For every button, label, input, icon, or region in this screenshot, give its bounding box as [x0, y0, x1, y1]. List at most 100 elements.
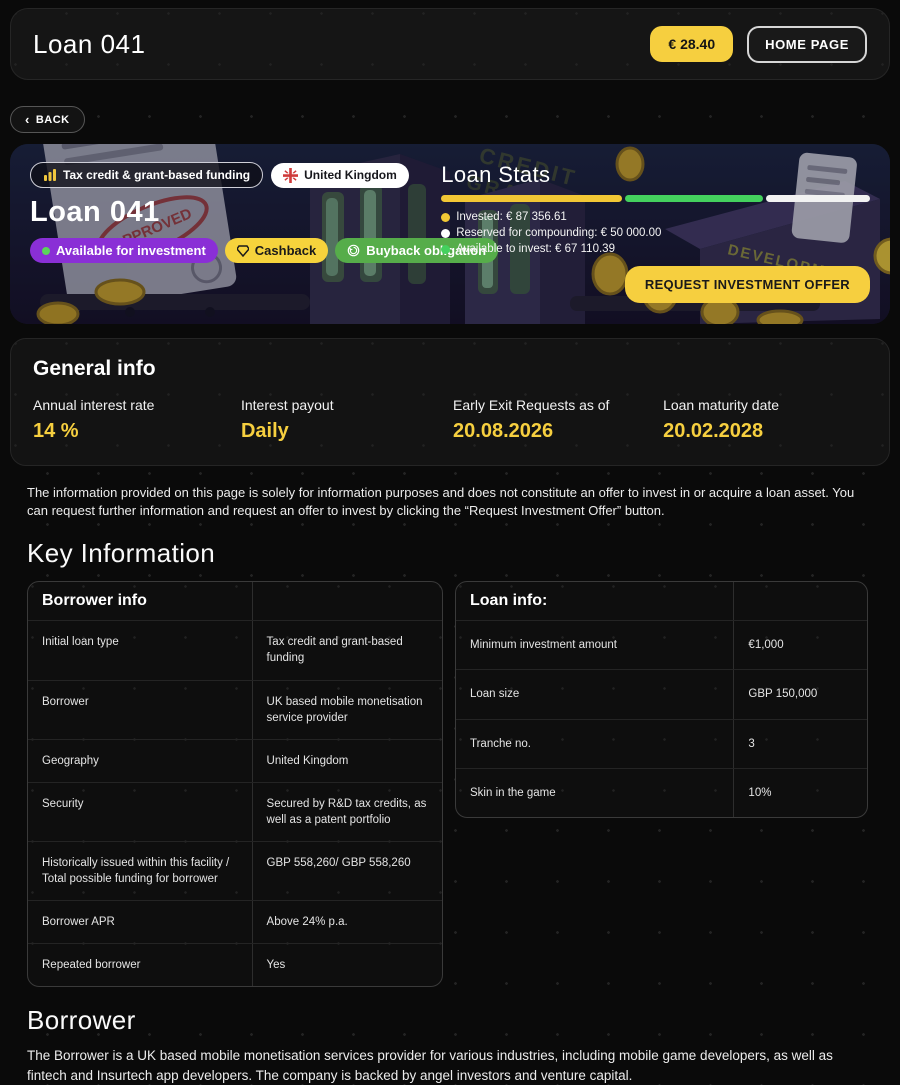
table-header-row: Loan info: [456, 582, 867, 620]
row-label: Skin in the game [456, 769, 733, 817]
row-value: United Kingdom [252, 740, 442, 782]
row-value: Tax credit and grant-based funding [252, 621, 442, 679]
chevron-left-icon: ‹ [25, 113, 30, 126]
row-value: €1,000 [733, 621, 867, 669]
row-value: GBP 150,000 [733, 670, 867, 718]
row-label: Borrower APR [28, 901, 252, 943]
table-row: Minimum investment amount €1,000 [456, 620, 867, 669]
early-exit-value: 20.08.2026 [453, 420, 663, 443]
row-value: Yes [252, 944, 442, 986]
status-dot-icon [42, 247, 50, 255]
table-header-empty-cell [252, 582, 442, 620]
hero-badges: Available for investment Cashback Buybac… [30, 238, 433, 263]
row-label: Tranche no. [456, 720, 733, 768]
investment-progress-bar [441, 195, 870, 202]
row-value: 10% [733, 769, 867, 817]
table-row: Borrower UK based mobile monetisation se… [28, 680, 442, 739]
back-button-label: BACK [36, 114, 70, 126]
country-label: United Kingdom [304, 168, 397, 182]
progress-segment-invested [441, 195, 622, 202]
funding-type-label: Tax credit & grant-based funding [63, 168, 250, 182]
back-button[interactable]: ‹ BACK [10, 106, 85, 133]
hero-tags: Tax credit & grant-based funding United … [30, 162, 433, 188]
row-label: Borrower [28, 681, 252, 739]
borrower-table-title: Borrower info [28, 582, 252, 620]
row-label: Repeated borrower [28, 944, 252, 986]
general-info-item: Early Exit Requests as of 20.08.2026 [453, 397, 663, 443]
row-value: 3 [733, 720, 867, 768]
loan-hero-banner: APPROVED CREDIT GRANT DEVELOPMEN [10, 144, 890, 324]
header-actions: € 28.40 HOME PAGE [650, 26, 867, 63]
loan-table-title: Loan info: [456, 582, 733, 620]
interest-rate-label: Annual interest rate [33, 397, 241, 413]
funding-type-icon [43, 168, 57, 182]
balance-button[interactable]: € 28.40 [650, 26, 733, 62]
borrower-heading: Borrower [27, 1005, 900, 1036]
row-label: Security [28, 783, 252, 841]
general-info-grid: Annual interest rate 14 % Interest payou… [33, 397, 867, 443]
uk-flag-icon [283, 168, 298, 183]
gem-icon [237, 245, 249, 257]
home-page-button[interactable]: HOME PAGE [747, 26, 867, 63]
legend-available-label: Available to invest: € 67 110.39 [456, 243, 615, 255]
status-badge-label: Available for investment [56, 243, 206, 258]
hero-left-column: Tax credit & grant-based funding United … [30, 162, 433, 306]
key-information-tables: Borrower info Initial loan type Tax cred… [27, 581, 873, 987]
general-info-title: General info [33, 357, 867, 381]
interest-payout-value: Daily [241, 420, 453, 443]
reserved-dot-icon [441, 229, 450, 238]
page-title: Loan 041 [33, 29, 145, 60]
top-header-bar: Loan 041 € 28.40 HOME PAGE [10, 8, 890, 80]
maturity-date-label: Loan maturity date [663, 397, 867, 413]
cashback-badge: Cashback [225, 238, 328, 263]
status-badge: Available for investment [30, 238, 218, 263]
progress-legend: Invested: € 87 356.61 Reserved for compo… [441, 211, 870, 255]
table-row: Repeated borrower Yes [28, 943, 442, 986]
loan-stats-panel: Loan Stats Invested: € 87 356.61 Reserve… [433, 162, 870, 306]
general-info-item: Annual interest rate 14 % [33, 397, 241, 443]
available-dot-icon [441, 245, 450, 254]
table-row: Borrower APR Above 24% p.a. [28, 900, 442, 943]
row-value: Secured by R&D tax credits, as well as a… [252, 783, 442, 841]
row-value: Above 24% p.a. [252, 901, 442, 943]
loan-stats-title: Loan Stats [441, 162, 870, 188]
row-label: Loan size [456, 670, 733, 718]
borrower-description: The Borrower is a UK based mobile moneti… [27, 1046, 873, 1084]
legend-available: Available to invest: € 67 110.39 [441, 243, 870, 255]
row-value: UK based mobile monetisation service pro… [252, 681, 442, 739]
progress-segment-available [625, 195, 764, 202]
table-row: Security Secured by R&D tax credits, as … [28, 782, 442, 841]
request-investment-offer-button[interactable]: REQUEST INVESTMENT OFFER [625, 266, 870, 303]
row-value: GBP 558,260/ GBP 558,260 [252, 842, 442, 900]
funding-type-tag: Tax credit & grant-based funding [30, 162, 263, 188]
row-label: Minimum investment amount [456, 621, 733, 669]
disclaimer-text: The information provided on this page is… [27, 484, 873, 520]
invested-dot-icon [441, 213, 450, 222]
table-row: Historically issued within this facility… [28, 841, 442, 900]
legend-reserved: Reserved for compounding: € 50 000.00 [441, 227, 870, 239]
legend-reserved-label: Reserved for compounding: € 50 000.00 [456, 227, 661, 239]
loan-title: Loan 041 [30, 196, 433, 229]
table-row: Loan size GBP 150,000 [456, 669, 867, 718]
table-row: Skin in the game 10% [456, 768, 867, 817]
hero-content: Tax credit & grant-based funding United … [10, 144, 890, 324]
table-row: Initial loan type Tax credit and grant-b… [28, 620, 442, 679]
interest-rate-value: 14 % [33, 420, 241, 443]
interest-payout-label: Interest payout [241, 397, 453, 413]
maturity-date-value: 20.02.2028 [663, 420, 867, 443]
table-row: Geography United Kingdom [28, 739, 442, 782]
table-header-empty-cell [733, 582, 867, 620]
country-tag: United Kingdom [271, 163, 409, 188]
progress-segment-reserved [766, 195, 870, 202]
cashback-badge-label: Cashback [255, 243, 316, 258]
buyback-refresh-icon [347, 244, 360, 257]
early-exit-label: Early Exit Requests as of [453, 397, 663, 413]
key-information-heading: Key Information [27, 538, 900, 569]
table-row: Tranche no. 3 [456, 719, 867, 768]
general-info-item: Loan maturity date 20.02.2028 [663, 397, 867, 443]
row-label: Historically issued within this facility… [28, 842, 252, 900]
legend-invested-label: Invested: € 87 356.61 [456, 211, 567, 223]
table-header-row: Borrower info [28, 582, 442, 620]
loan-info-table: Loan info: Minimum investment amount €1,… [455, 581, 868, 817]
borrower-info-table: Borrower info Initial loan type Tax cred… [27, 581, 443, 987]
